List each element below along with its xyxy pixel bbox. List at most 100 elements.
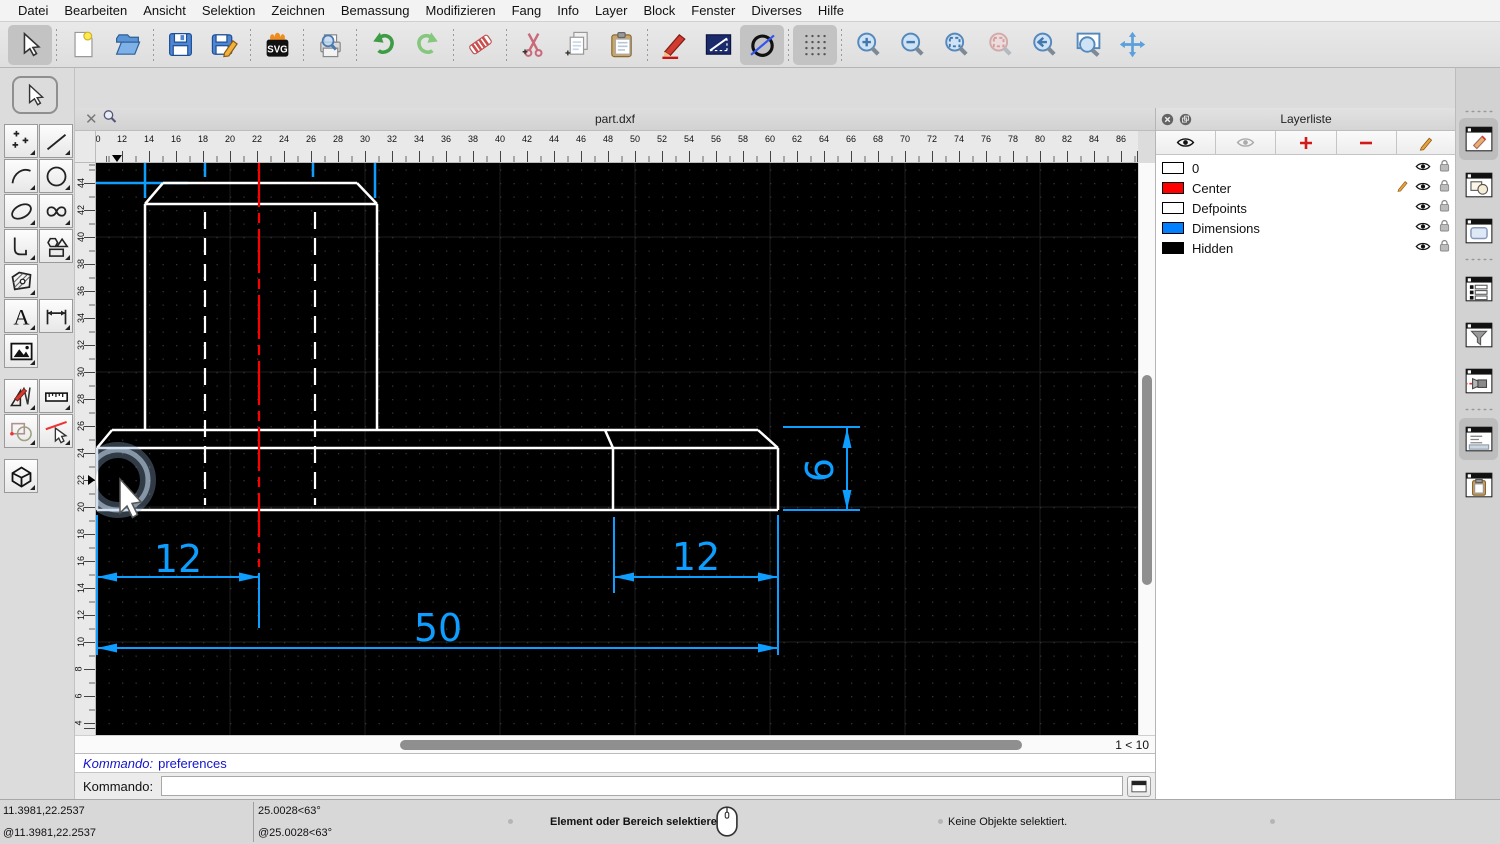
text-tool-button[interactable]: A [4,299,38,333]
layer-visibility-icon[interactable] [1415,239,1431,257]
remove-layer-button[interactable] [1337,131,1397,154]
status-bar: 11.3981,22.2537 @11.3981,22.2537 25.0028… [0,799,1500,844]
layer-row-hidden[interactable]: Hidden [1156,238,1456,258]
menu-bemassung[interactable]: Bemassung [333,3,418,18]
layer-visibility-icon[interactable] [1415,219,1431,237]
projector-panel-button[interactable] [1459,360,1498,402]
layer-lock-icon[interactable] [1439,219,1450,237]
measure-tools-button[interactable] [39,379,73,413]
menu-datei[interactable]: Datei [10,3,56,18]
left-ruler-label: 30 [76,366,87,378]
layer-visibility-icon[interactable] [1415,199,1431,217]
panel-close-icon[interactable] [1161,113,1174,126]
menu-diverses[interactable]: Diverses [743,3,810,18]
vertical-scrollbar-thumb[interactable] [1142,375,1152,585]
layer-row-center[interactable]: Center [1156,178,1456,198]
cad-canvas[interactable]: 12 12 50 6 [96,163,1138,735]
horizontal-scrollbar-thumb[interactable] [400,740,1022,750]
hatch-tool-button[interactable] [4,264,38,298]
spline-tools-button[interactable] [39,194,73,228]
selection-filter-panel-button[interactable] [1459,314,1498,356]
cad-tools-button[interactable] [4,379,38,413]
ellipse-tools-button[interactable] [4,194,38,228]
layer-lock-icon[interactable] [1439,159,1450,177]
menu-ansicht[interactable]: Ansicht [135,3,194,18]
image-tool-button[interactable] [4,334,38,368]
new-file-button[interactable] [61,25,105,65]
zoom-window-button[interactable] [1066,25,1110,65]
command-line-panel-button[interactable] [1459,418,1498,460]
menu-fenster[interactable]: Fenster [683,3,743,18]
menu-fang[interactable]: Fang [504,3,550,18]
zoom-previous-button[interactable] [1022,25,1066,65]
layer-row-0[interactable]: 0 [1156,158,1456,178]
document-title[interactable]: part.dxf [75,112,1155,126]
menu-layer[interactable]: Layer [587,3,636,18]
hide-all-layers-button[interactable] [1216,131,1277,154]
arc-tools-button[interactable] [4,159,38,193]
copy-button[interactable] [555,25,599,65]
trim-tools-button[interactable] [39,414,73,448]
vertical-scrollbar[interactable] [1138,163,1155,735]
point-tools-button[interactable] [4,124,38,158]
open-file-button[interactable] [105,25,149,65]
command-widget-toggle-button[interactable] [1127,775,1151,797]
pencil-draw-button[interactable] [652,25,696,65]
layer-visibility-icon[interactable] [1415,159,1431,177]
paste-button[interactable] [599,25,643,65]
redo-button[interactable] [405,25,449,65]
layer-lock-icon[interactable] [1439,179,1450,197]
save-as-button[interactable] [202,25,246,65]
line-tool-button[interactable] [696,25,740,65]
undo-button[interactable] [361,25,405,65]
layer-visibility-icon[interactable] [1415,179,1431,197]
view-list-panel-button[interactable] [1459,210,1498,252]
cut-button[interactable] [511,25,555,65]
svg-export-button[interactable]: SVG [255,25,299,65]
layer-row-dimensions[interactable]: Dimensions [1156,218,1456,238]
edit-layer-button[interactable] [1397,131,1456,154]
layer-lock-icon[interactable] [1439,239,1450,257]
line-tools-button[interactable] [39,124,73,158]
pan-button[interactable] [1110,25,1154,65]
zoom-auto-button[interactable] [934,25,978,65]
circle-tools-button[interactable] [39,159,73,193]
solid-tools-button[interactable] [4,459,38,493]
layer-row-defpoints[interactable]: Defpoints [1156,198,1456,218]
toolbar-separator [452,27,455,62]
show-all-layers-button[interactable] [1156,131,1217,154]
clipboard-panel-button[interactable] [1459,464,1498,506]
menu-hilfe[interactable]: Hilfe [810,3,852,18]
print-preview-button[interactable] [308,25,352,65]
polyline-tools-button[interactable] [4,229,38,263]
layer-lock-icon[interactable] [1439,199,1450,217]
property-editor-panel-button[interactable] [1459,118,1498,160]
menu-selektion[interactable]: Selektion [194,3,263,18]
block-list-panel-button[interactable] [1459,164,1498,206]
top-ruler-label: 46 [575,134,587,144]
zoom-out-button[interactable] [890,25,934,65]
modify-tools-button[interactable] [4,414,38,448]
selection-tool-button[interactable] [12,76,58,114]
menu-zeichnen[interactable]: Zeichnen [263,3,332,18]
panel-detach-icon[interactable] [1179,113,1192,126]
menu-bearbeiten[interactable]: Bearbeiten [56,3,135,18]
menu-modifizieren[interactable]: Modifizieren [418,3,504,18]
horizontal-scrollbar[interactable]: 1 < 10 [75,735,1155,753]
save-button[interactable] [158,25,202,65]
eraser-button[interactable] [458,25,502,65]
dim-label-width: 50 [414,606,462,650]
selection-arrow-tool[interactable] [8,24,52,65]
add-layer-button[interactable] [1276,131,1337,154]
layer-list-panel-button[interactable] [1459,268,1498,310]
command-input[interactable] [161,776,1123,796]
layer-name: 0 [1192,160,1200,176]
menu-info[interactable]: Info [549,3,587,18]
dimension-tools-button[interactable] [39,299,73,333]
zoom-in-button[interactable] [846,25,890,65]
grid-toggle-button[interactable] [793,24,837,65]
circle-slash-tool-button[interactable] [740,24,784,65]
menu-block[interactable]: Block [635,3,683,18]
shape-tools-button[interactable] [39,229,73,263]
toolbar-separator [302,27,305,62]
